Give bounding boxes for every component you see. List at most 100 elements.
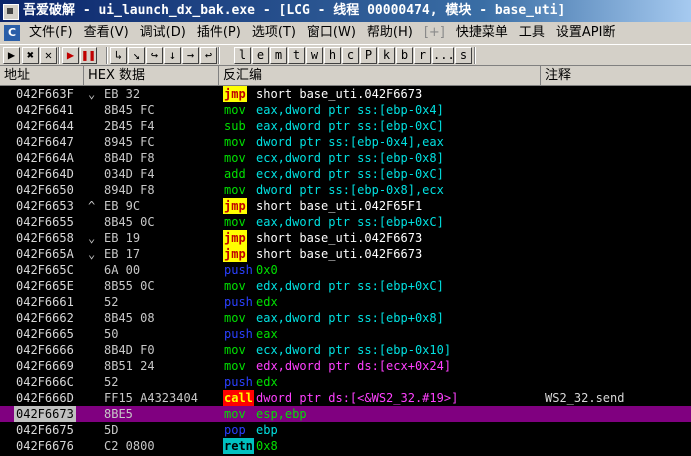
row-mnemonic: retn: [223, 438, 254, 454]
row-hex: 8B45 0C: [104, 215, 155, 229]
toolbar-button[interactable]: P: [360, 47, 377, 64]
disasm-row[interactable]: 042F664A 8B4D F8 mov ecx,dword ptr ss:[ebp-…: [0, 150, 691, 166]
menu-item[interactable]: 工具: [514, 22, 551, 44]
row-address: 042F6641: [16, 103, 74, 117]
debugger-window: 吾爱破解 - ui_launch_dx_bak.exe - [LCG - 线程 …: [0, 0, 691, 456]
row-operands: short base_uti.042F65F1: [256, 199, 423, 213]
row-address: 042F6644: [16, 119, 74, 133]
toolbar-button[interactable]: h: [324, 47, 341, 64]
row-comment: WS2_32.send: [545, 391, 625, 405]
menu-item[interactable]: 查看(V): [79, 22, 135, 44]
row-mnemonic: sub: [224, 119, 246, 133]
disasm-row[interactable]: 042F666D FF15 A4323404 call dword ptr ds:[<…: [0, 390, 691, 406]
toolbar-button[interactable]: c: [342, 47, 359, 64]
disasm-row[interactable]: 042F666C 52 push edx: [0, 374, 691, 390]
row-mnemonic: mov: [224, 215, 246, 229]
row-address: 042F6655: [16, 215, 74, 229]
row-address: 042F6666: [16, 343, 74, 357]
disasm-row[interactable]: 042F6644 2B45 F4 sub eax,dword ptr ss:[ebp-…: [0, 118, 691, 134]
row-operands: short base_uti.042F6673: [256, 87, 423, 101]
disasm-row[interactable]: 042F6650 894D F8 mov dword ptr ss:[ebp-0x8]…: [0, 182, 691, 198]
row-hex: 6A 00: [104, 263, 141, 277]
disasm-row[interactable]: 042F6655 8B45 0C mov eax,dword ptr ss:[ebp+…: [0, 214, 691, 230]
disasm-row[interactable]: 042F6676 C2 0800 retn 0x8: [0, 438, 691, 454]
row-address: 042F664D: [16, 167, 74, 181]
row-operands: eax,dword ptr ss:[ebp-0xC]: [256, 119, 444, 133]
disasm-row[interactable]: 042F6665 50 push eax: [0, 326, 691, 342]
menu-item[interactable]: 调试(D): [135, 22, 192, 44]
row-mnemonic: mov: [224, 183, 246, 197]
column-hex[interactable]: HEX 数据: [84, 66, 219, 86]
row-address: 042F6673: [14, 406, 76, 422]
row-address: 042F6647: [16, 135, 74, 149]
disasm-row[interactable]: 042F6673 8BE5 mov esp,ebp: [0, 406, 691, 422]
menu-item[interactable]: [+]: [419, 22, 451, 44]
toolbar-button[interactable]: →: [182, 47, 199, 64]
disasm-row[interactable]: 042F6641 8B45 FC mov eax,dword ptr ss:[ebp-…: [0, 102, 691, 118]
disasm-row[interactable]: 042F6647 8945 FC mov dword ptr ss:[ebp-0x4]…: [0, 134, 691, 150]
disasm-row[interactable]: 042F663F ⌄ EB 32 jmp short base_uti.042F6673: [0, 86, 691, 102]
row-hex: EB 19: [104, 231, 141, 245]
toolbar-button[interactable]: t: [288, 47, 305, 64]
row-mnemonic: push: [224, 295, 253, 309]
toolbar-button[interactable]: ✕: [40, 47, 57, 64]
disasm-row[interactable]: 042F6662 8B45 08 mov eax,dword ptr ss:[ebp+…: [0, 310, 691, 326]
disasm-row[interactable]: 042F665C 6A 00 push 0x0: [0, 262, 691, 278]
toolbar-button[interactable]: l: [234, 47, 251, 64]
row-operands: short base_uti.042F6673: [256, 247, 423, 261]
menu-item[interactable]: 窗口(W): [302, 22, 362, 44]
menu-item[interactable]: 插件(P): [192, 22, 247, 44]
toolbar-button[interactable]: e: [252, 47, 269, 64]
toolbar-button[interactable]: ▶: [62, 47, 79, 64]
disasm-row[interactable]: 042F6666 8B4D F0 mov ecx,dword ptr ss:[ebp-…: [0, 342, 691, 358]
row-mnemonic: jmp: [223, 86, 247, 102]
column-disasm[interactable]: 反汇编: [219, 66, 541, 86]
toolbar-button[interactable]: ▶: [3, 47, 20, 64]
toolbar-button[interactable]: ↳: [110, 47, 127, 64]
menu-item[interactable]: 选项(T): [247, 22, 302, 44]
row-operands: dword ptr ss:[ebp-0x8],ecx: [256, 183, 444, 197]
row-hex: C2 0800: [104, 439, 155, 453]
menu-item[interactable]: 帮助(H): [362, 22, 419, 44]
row-address: 042F6675: [16, 423, 74, 437]
disasm-row[interactable]: 042F6653 ^ EB 9C jmp short base_uti.042F65F1: [0, 198, 691, 214]
toolbar-button[interactable]: w: [306, 47, 323, 64]
row-mnemonic: push: [224, 375, 253, 389]
disasm-row[interactable]: 042F6675 5D pop ebp: [0, 422, 691, 438]
row-address: 042F663F: [16, 87, 74, 101]
disasm-row[interactable]: 042F6658 ⌄ EB 19 jmp short base_uti.042F6673: [0, 230, 691, 246]
cpu-window-icon[interactable]: C: [4, 25, 20, 41]
row-operands: eax,dword ptr ss:[ebp+0xC]: [256, 215, 444, 229]
toolbar-button[interactable]: k: [378, 47, 395, 64]
row-address: 042F6676: [16, 439, 74, 453]
disasm-row[interactable]: 042F665E 8B55 0C mov edx,dword ptr ss:[ebp+…: [0, 278, 691, 294]
toolbar-button[interactable]: ↓: [164, 47, 181, 64]
toolbar-button[interactable]: ✖: [22, 47, 39, 64]
row-operands: short base_uti.042F6673: [256, 231, 423, 245]
row-operands: 0x0: [256, 263, 278, 277]
toolbar-button[interactable]: ↘: [128, 47, 145, 64]
toolbar-button[interactable]: s: [455, 47, 472, 64]
toolbar-button[interactable]: ...: [432, 47, 455, 64]
disasm-row[interactable]: 042F6669 8B51 24 mov edx,dword ptr ds:[ecx+…: [0, 358, 691, 374]
toolbar-button[interactable]: ❚❚: [80, 47, 97, 64]
row-address: 042F665A: [16, 247, 74, 261]
column-comment[interactable]: 注释: [541, 66, 691, 86]
menu-item[interactable]: 快捷菜单: [451, 22, 514, 44]
column-address[interactable]: 地址: [0, 66, 84, 86]
toolbar-button[interactable]: ↩: [200, 47, 217, 64]
menu-item[interactable]: 文件(F): [24, 22, 79, 44]
toolbar-button[interactable]: ↪: [146, 47, 163, 64]
row-hex: 034D F4: [104, 167, 155, 181]
row-operands: 0x8: [256, 439, 278, 453]
toolbar-button[interactable]: r: [414, 47, 431, 64]
row-hex: 8B45 FC: [104, 103, 155, 117]
disassembly-pane[interactable]: 042F663F ⌄ EB 32 jmp short base_uti.042F6673…: [0, 86, 691, 456]
disasm-row[interactable]: 042F6661 52 push edx: [0, 294, 691, 310]
row-address: 042F666C: [16, 375, 74, 389]
toolbar-button[interactable]: m: [270, 47, 287, 64]
disasm-row[interactable]: 042F665A ⌄ EB 17 jmp short base_uti.042F6673: [0, 246, 691, 262]
menu-item[interactable]: 设置API断: [551, 22, 622, 44]
toolbar-button[interactable]: b: [396, 47, 413, 64]
disasm-row[interactable]: 042F664D 034D F4 add ecx,dword ptr ss:[ebp-…: [0, 166, 691, 182]
